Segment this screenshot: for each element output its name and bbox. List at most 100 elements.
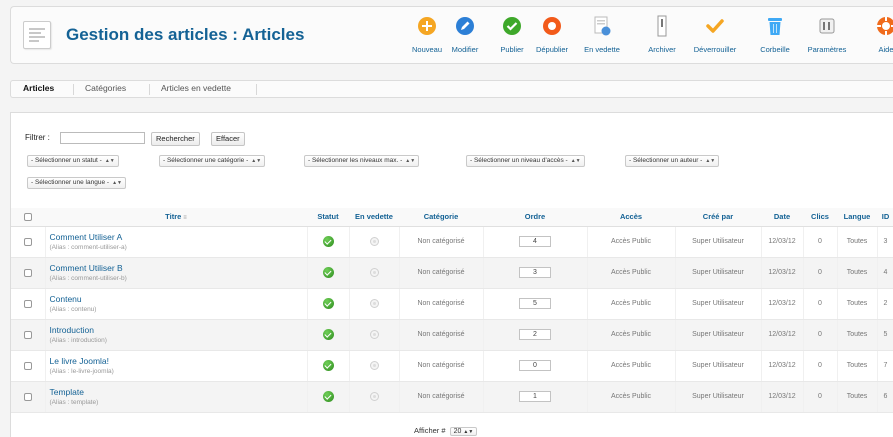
access-cell: Accès Public [587,257,676,289]
row-checkbox[interactable] [23,330,32,339]
title-column-header[interactable]: Titre ≡ [45,208,307,227]
published-check-icon[interactable] [322,267,334,278]
tab-featured-articles[interactable]: Articles en vedette [161,83,231,93]
max-levels-select-value: - Sélectionner les niveaux max. - [308,157,403,164]
article-title-link[interactable]: Comment Utiliser A [50,232,307,242]
ordering-input[interactable]: 0 [519,360,551,371]
row-checkbox[interactable] [23,268,32,277]
trash-button[interactable]: Corbeille [755,15,795,59]
title-cell: Le livre Joomla! (Alias : le-livre-joomla… [45,350,308,382]
featured-toggle-icon[interactable] [369,361,379,370]
row-checkbox[interactable] [23,299,32,308]
access-select[interactable]: - Sélectionner un niveau d'accès - ▲▼ [466,155,585,167]
max-levels-select[interactable]: - Sélectionner les niveaux max. - ▲▼ [304,155,420,167]
tab-categories[interactable]: Catégories [85,83,126,93]
help-button[interactable]: Aide [871,15,893,59]
edit-button[interactable]: Modifier [448,15,482,59]
filter-search-input[interactable] [60,132,145,144]
featured-cell [349,226,400,258]
checkin-button[interactable]: Déverrouiller [689,15,741,59]
row-checkbox[interactable] [23,361,32,370]
featured-toggle-icon[interactable] [369,330,379,339]
category-column-header[interactable]: Catégorie [399,208,483,227]
select-all-checkbox[interactable] [24,213,32,222]
author-cell: Super Utilisateur [675,319,762,351]
article-title-link[interactable]: Template [50,387,307,397]
created-by-column-header[interactable]: Créé par [675,208,761,227]
help-button-label: Aide [878,45,893,54]
featured-toggle-icon[interactable] [369,392,379,401]
published-check-icon[interactable] [322,329,334,340]
article-title-link[interactable]: Introduction [50,325,307,335]
options-icon [816,15,838,37]
article-alias: (Alias : introduction) [49,337,107,344]
new-button[interactable]: Nouveau [410,15,444,59]
article-title-link[interactable]: Comment Utiliser B [50,263,307,273]
archive-button[interactable]: Archiver [645,15,679,59]
published-check-icon[interactable] [322,360,334,371]
tab-separator [73,84,74,95]
title-cell: Comment Utiliser B (Alias : comment-utili… [45,257,308,289]
date-cell: 12/03/12 [761,381,804,413]
ordering-input[interactable]: 4 [519,236,551,247]
status-column-header[interactable]: Statut [307,208,349,227]
featured-toggle-icon[interactable] [369,299,379,308]
published-check-icon[interactable] [322,391,334,402]
filter-label: Filtrer : [25,133,50,142]
article-alias: (Alias : contenu) [49,306,97,313]
ordering-input[interactable]: 1 [519,391,551,402]
checkmark-icon [704,15,726,37]
date-cell: 12/03/12 [761,257,804,289]
options-button-label: Paramètres [807,45,847,54]
status-cell [307,381,350,413]
date-cell: 12/03/12 [761,350,804,382]
featured-button[interactable]: En vedette [580,15,624,59]
featured-toggle-icon[interactable] [369,268,379,277]
title-cell: Template (Alias : template) [45,381,308,413]
ordering-input[interactable]: 5 [519,298,551,309]
published-check-icon[interactable] [322,236,334,247]
table-row: Introduction (Alias : introduction) Non ca… [11,319,893,351]
id-cell: 7 [877,350,893,382]
category-cell: Non catégorisé [399,350,484,382]
featured-cell [349,319,400,351]
row-checkbox[interactable] [23,237,32,246]
publish-button[interactable]: Publier [497,15,527,59]
id-cell: 2 [877,288,893,320]
tab-articles[interactable]: Articles [23,83,54,93]
row-checkbox[interactable] [23,392,32,401]
category-select-value: - Sélectionner une catégorie - [163,157,249,164]
language-cell: Toutes [837,381,878,413]
search-button[interactable]: Rechercher [151,132,200,146]
published-check-icon[interactable] [322,298,334,309]
sort-icon: ≡ [183,215,187,222]
pagination-limit-select[interactable]: 20 ▲▼ [449,427,478,436]
language-select[interactable]: - Sélectionner une langue - ▲▼ [27,177,126,189]
ordering-input[interactable]: 2 [519,329,551,340]
featured-cell [349,257,400,289]
article-alias: (Alias : le-livre-joomla) [49,368,114,375]
language-column-header[interactable]: Langue [837,208,877,227]
featured-toggle-icon[interactable] [369,237,379,246]
featured-button-label: En vedette [584,45,620,54]
status-cell [307,226,350,258]
status-select[interactable]: - Sélectionner un statut - ▲▼ [27,155,119,167]
date-column-header[interactable]: Date [761,208,803,227]
author-cell: Super Utilisateur [675,288,762,320]
clear-button[interactable]: Effacer [211,132,245,146]
author-select[interactable]: - Sélectionner un auteur - ▲▼ [625,155,720,167]
unpublish-button[interactable]: Dépublier [533,15,571,59]
chevron-updown-icon: ▲▼ [463,429,474,435]
ordering-column-header[interactable]: Ordre [483,208,587,227]
access-column-header[interactable]: Accès [587,208,675,227]
category-select[interactable]: - Sélectionner une catégorie - ▲▼ [159,155,266,167]
ordering-input[interactable]: 3 [519,267,551,278]
id-column-header[interactable]: ID [877,208,893,227]
article-title-link[interactable]: Contenu [50,294,307,304]
help-lifebuoy-icon [875,15,893,37]
featured-column-header[interactable]: En vedette [349,208,399,227]
hits-column-header[interactable]: Clics [803,208,837,227]
article-alias: (Alias : template) [49,399,99,406]
options-button[interactable]: Paramètres [805,15,849,59]
article-title-link[interactable]: Le livre Joomla! [50,356,307,366]
